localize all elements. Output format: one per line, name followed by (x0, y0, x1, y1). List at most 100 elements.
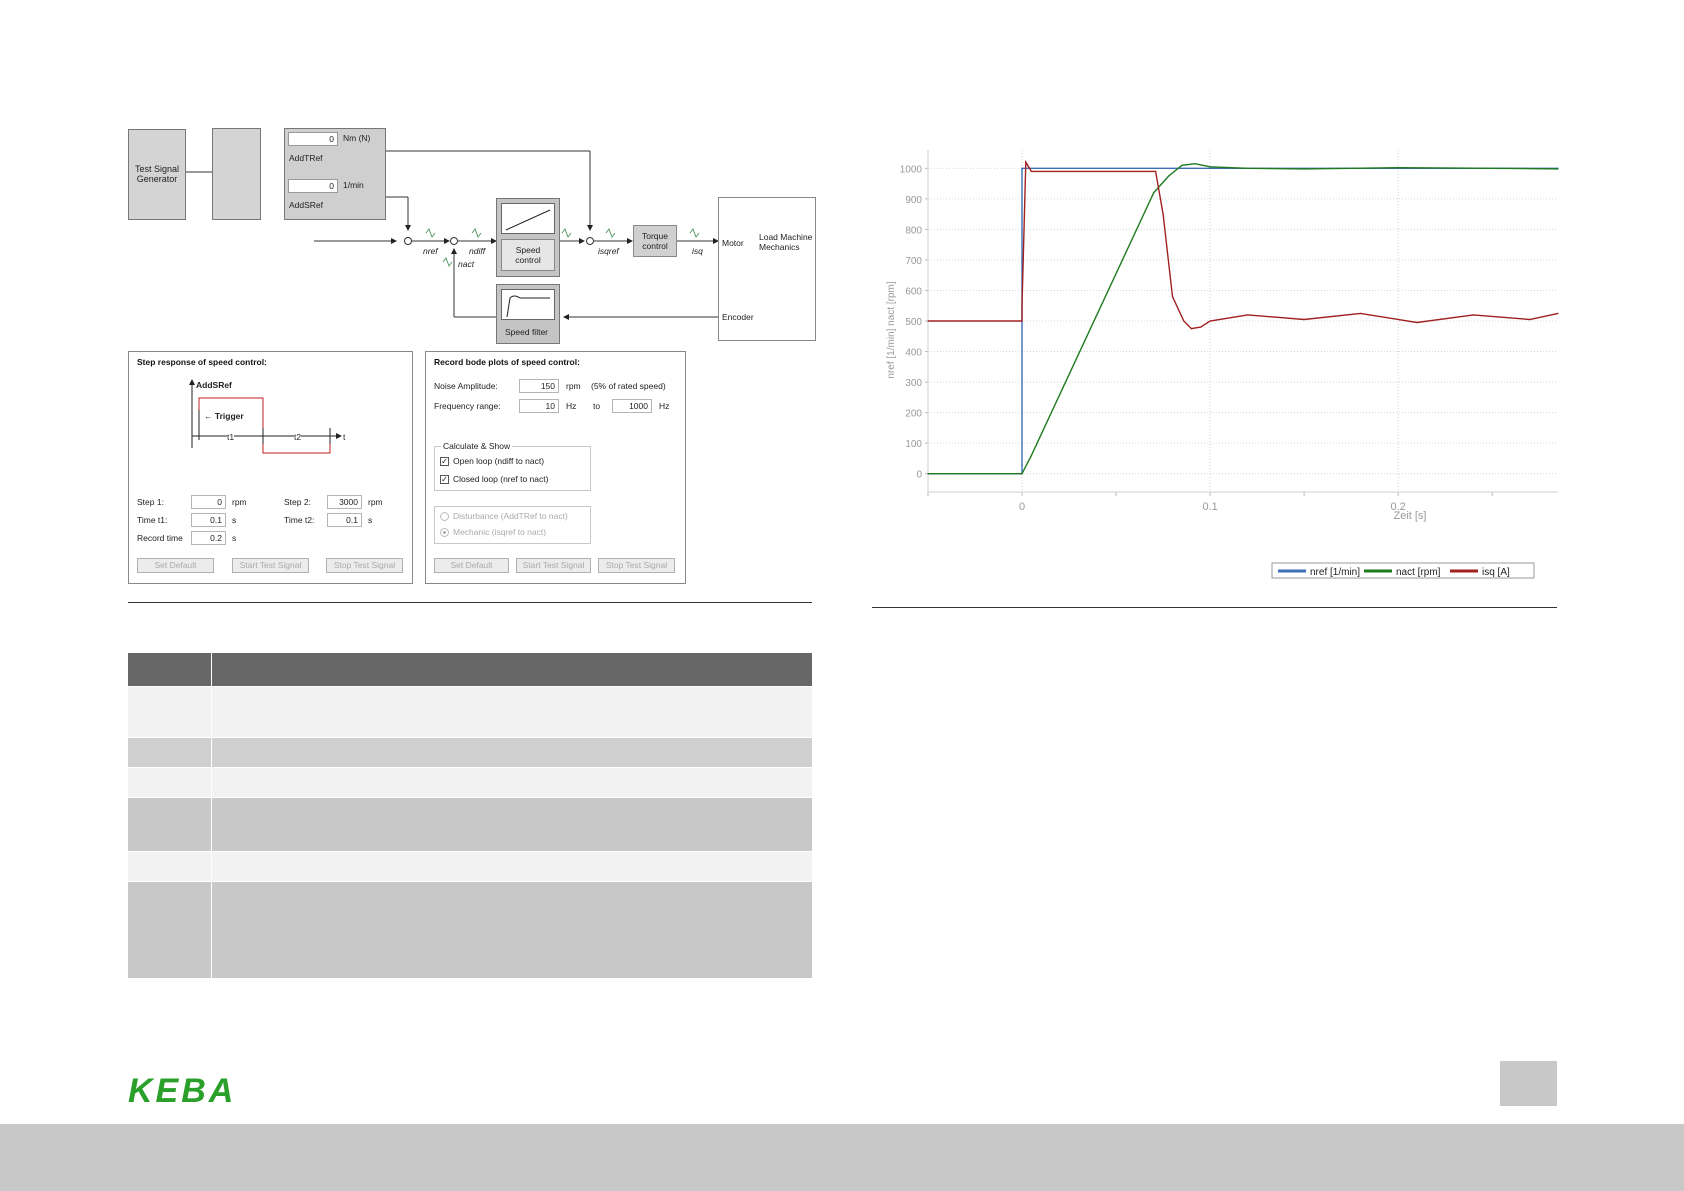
add-s-ref-input[interactable]: 0 (288, 179, 338, 193)
bode-stop-test-signal-button[interactable]: Stop Test Signal (598, 558, 675, 573)
frequency-to-input[interactable]: 1000 (612, 399, 652, 413)
ref-input-block: 0 Nm (N) AddTRef 0 1/min AddSRef (284, 128, 386, 220)
bode-panel-title: Record bode plots of speed control: (434, 357, 580, 367)
time1-input[interactable]: 0.1 (191, 513, 226, 527)
legend-label: nact [rpm] (1396, 567, 1441, 578)
series-point (1183, 320, 1185, 322)
add-s-ref-label: AddSRef (289, 200, 324, 210)
y-tick-label: 100 (905, 439, 922, 450)
control-block-diagram: Test Signal Generator 0 Nm (N) AddTRef 0… (126, 125, 816, 345)
y-tick-label: 900 (905, 195, 922, 206)
calculate-show-group: Calculate & Show ✓ Open loop (ndiff to n… (434, 441, 591, 491)
encoder-label: Encoder (722, 312, 754, 322)
add-t-ref-input[interactable]: 0 (288, 132, 338, 146)
step-start-test-signal-button[interactable]: Start Test Signal (232, 558, 309, 573)
torque-control-button[interactable]: Torque control (633, 225, 677, 257)
closed-loop-checkbox[interactable]: ✓ (440, 475, 449, 484)
footer-band (0, 1124, 1684, 1191)
bode-start-test-signal-button[interactable]: Start Test Signal (516, 558, 591, 573)
series-point (1171, 296, 1174, 298)
t2-label: t2 (294, 432, 302, 442)
bode-plot-panel: Record bode plots of speed control: Nois… (425, 351, 686, 584)
table-row (128, 738, 812, 767)
step2-input[interactable]: 3000 (327, 495, 362, 509)
mechanic-radio[interactable] (440, 528, 449, 537)
series-point (1491, 167, 1493, 169)
isq-signal-label: isq (692, 246, 703, 256)
addsref-graph-label: AddSRef (196, 380, 232, 390)
series-point (1030, 454, 1032, 456)
disturbance-radio[interactable] (440, 512, 449, 521)
mode-radio-group: Disturbance (AddTRef to nact) Mechanic (… (434, 506, 591, 544)
time2-input[interactable]: 0.1 (327, 513, 362, 527)
y-tick-label: 400 (905, 348, 922, 359)
series-point (1557, 168, 1559, 170)
noise-amplitude-input[interactable]: 150 (519, 379, 559, 393)
signal-switch-block (212, 128, 261, 220)
bode-set-default-button[interactable]: Set Default (434, 558, 509, 573)
frequency-from-input[interactable]: 10 (519, 399, 559, 413)
x-tick-label: 0.1 (1202, 501, 1217, 513)
step-stop-test-signal-button[interactable]: Stop Test Signal (326, 558, 403, 573)
series-point (1021, 320, 1023, 322)
ndiff-signal-label: ndiff (469, 246, 486, 256)
t1-label: t1 (227, 432, 235, 442)
trigger-text: Trigger (214, 411, 244, 421)
series-point (1209, 320, 1211, 322)
open-loop-checkbox[interactable]: ✓ (440, 457, 449, 466)
series-point (1021, 305, 1023, 307)
calculate-show-title: Calculate & Show (441, 441, 513, 451)
frequency-to-unit: Hz (659, 401, 670, 411)
y-tick-label: 200 (905, 409, 922, 420)
series-point (927, 473, 929, 475)
time2-unit: s (368, 515, 373, 525)
filter-graph-icon (501, 289, 555, 320)
noise-amplitude-note: (5% of rated speed) (591, 381, 666, 391)
record-time-input[interactable]: 0.2 (191, 531, 226, 545)
table-row (128, 882, 812, 978)
series-point (1247, 314, 1249, 316)
time2-label: Time t2: (284, 515, 315, 525)
series-point (927, 320, 929, 322)
noise-amplitude-unit: rpm (566, 381, 581, 391)
record-time-unit: s (232, 533, 237, 543)
y-tick-label: 0 (916, 470, 922, 481)
closed-loop-label: Closed loop (nref to nact) (453, 474, 549, 484)
step-set-default-button[interactable]: Set Default (137, 558, 214, 573)
table-row (128, 852, 812, 881)
series-point (1359, 312, 1362, 314)
legend-label: nref [1/min] (1310, 567, 1360, 578)
series-point (1557, 312, 1559, 314)
add-s-ref-unit: 1/min (343, 180, 364, 190)
table-row (128, 798, 812, 851)
test-signal-generator-label: Test Signal Generator (134, 164, 180, 184)
speed-filter-block: Speed filter (496, 284, 560, 344)
trigger-label: ← Trigger (204, 411, 244, 421)
nref-signal-label: nref (423, 246, 438, 256)
frequency-range-label: Frequency range: (434, 401, 501, 411)
y-axis-label: nref [1/min] nact [rpm] (886, 281, 897, 378)
step1-input[interactable]: 0 (191, 495, 226, 509)
series-point (1200, 326, 1202, 328)
isqref-signal-label: isqref (598, 246, 619, 256)
series-point (1030, 170, 1032, 172)
add-t-ref-label: AddTRef (289, 153, 323, 163)
y-tick-label: 500 (905, 317, 922, 328)
load-machine-label: Load Machine Mechanics (759, 232, 813, 252)
series-point (1162, 213, 1164, 215)
page-number-box (1500, 1061, 1557, 1106)
legend-label: isq [A] (1482, 567, 1510, 578)
frequency-to-label: to (593, 401, 601, 411)
speed-control-button[interactable]: Speed control (501, 239, 555, 271)
series-point (1021, 167, 1023, 169)
ramp-graph-icon (501, 203, 555, 234)
y-tick-label: 600 (905, 286, 922, 297)
series-point (1021, 473, 1023, 475)
step2-unit: rpm (368, 497, 383, 507)
frequency-from-unit: Hz (566, 401, 577, 411)
open-loop-label: Open loop (ndiff to nact) (453, 456, 545, 466)
series-point (1397, 167, 1399, 169)
series-point (1247, 167, 1249, 169)
series-point (1181, 164, 1183, 166)
series-point (1155, 170, 1157, 172)
